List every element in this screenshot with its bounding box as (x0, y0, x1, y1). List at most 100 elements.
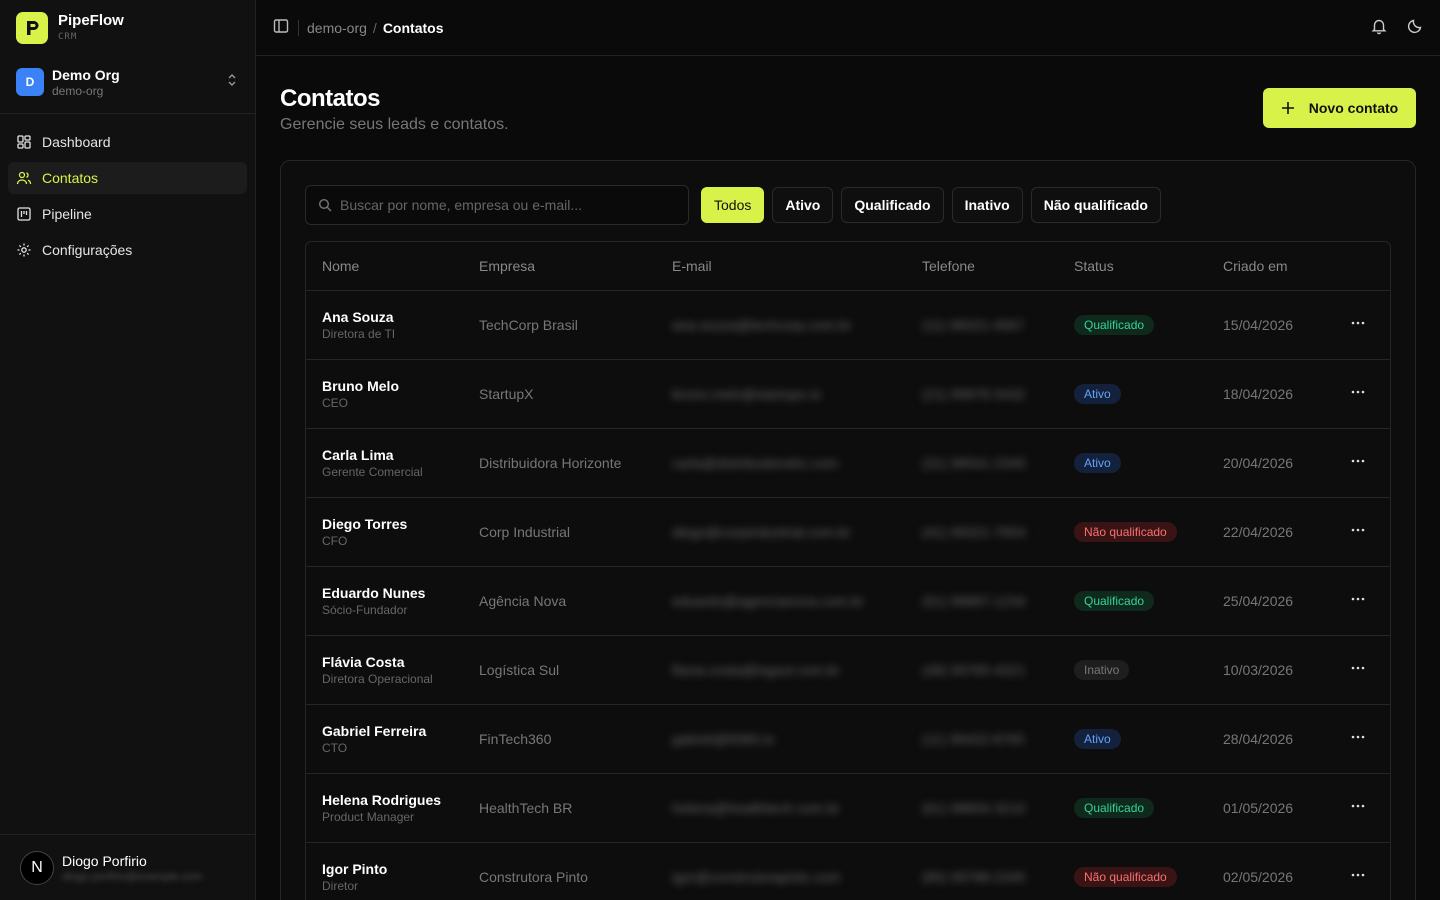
sidebar-item-pipeline[interactable]: Pipeline (8, 198, 247, 230)
user-menu[interactable]: N Diogo Porfirio diogo.porfirio@example.… (0, 834, 255, 900)
contact-phone: (21) 99876-5432 (922, 385, 1026, 402)
cell-phone: (48) 99765-4321 (906, 635, 1058, 705)
status-badge: Qualificado (1074, 590, 1155, 611)
cell-phone: (21) 99876-5432 (906, 359, 1058, 429)
cell-name: Helena Rodrigues Product Manager (306, 773, 463, 843)
row-actions-button[interactable] (1325, 773, 1390, 843)
cell-phone: (85) 99788-2345 (906, 842, 1058, 900)
contact-name[interactable]: Flávia Costa (322, 653, 447, 671)
filter-ativo[interactable]: Ativo (772, 187, 834, 223)
breadcrumb-current: Contatos (382, 19, 444, 36)
cell-company: Logística Sul (463, 635, 656, 705)
cell-name: Ana Souza Diretora de TI (306, 290, 463, 360)
cell-email: flavia.costa@logsul.com.br (656, 635, 906, 705)
contact-email: ana.souza@techcorp.com.br (672, 316, 852, 333)
table-row[interactable]: Diego Torres CFO Corp Industrial diego@corp… (306, 497, 1390, 567)
contact-email: bruno.melo@startupx.io (672, 385, 821, 402)
contact-role: Diretor (322, 878, 359, 893)
user-name: Diogo Porfirio (62, 852, 147, 869)
org-name: Demo Org (52, 66, 120, 83)
breadcrumb-separator: / (372, 19, 377, 36)
bell-icon[interactable] (1370, 17, 1388, 38)
contacts-table: Nome Empresa E-mail Telefone Status Cria… (305, 241, 1391, 900)
table-row[interactable]: Ana Souza Diretora de TI TechCorp Brasil an… (306, 290, 1390, 360)
search-input[interactable] (340, 197, 670, 213)
row-actions-button[interactable] (1325, 842, 1390, 900)
table-row[interactable]: Igor Pinto Diretor Construtora Pinto igor@c… (306, 842, 1390, 900)
filter-nao-qualificado[interactable]: Não qualificado (1030, 187, 1161, 223)
row-actions-button[interactable] (1325, 497, 1390, 567)
contact-role: Diretora Operacional (322, 671, 433, 686)
cell-email: diego@corpindustrial.com.br (656, 497, 906, 567)
search-box[interactable] (305, 185, 689, 225)
sidebar-item-label: Dashboard (42, 134, 111, 150)
contact-name[interactable]: Carla Lima (322, 446, 447, 464)
filter-qualificado[interactable]: Qualificado (841, 187, 944, 223)
row-actions-button[interactable] (1325, 566, 1390, 636)
table-row[interactable]: Bruno Melo CEO StartupX bruno.melo@startupx… (306, 359, 1390, 429)
sidebar-item-dashboard[interactable]: Dashboard (8, 126, 247, 158)
row-actions-button[interactable] (1325, 428, 1390, 498)
contact-email: diego@corpindustrial.com.br (672, 523, 851, 540)
column-header-criado-em[interactable]: Criado em (1207, 242, 1325, 291)
cell-company: HealthTech BR (463, 773, 656, 843)
status-badge: Não qualificado (1074, 866, 1177, 887)
filter-todos[interactable]: Todos (701, 187, 765, 223)
contact-name[interactable]: Igor Pinto (322, 860, 447, 878)
cell-email: helena@healthtech.com.br (656, 773, 906, 843)
cell-created: 20/04/2026 (1207, 428, 1325, 498)
column-header-nome[interactable]: Nome (306, 242, 463, 291)
contact-phone: (31) 98541-2345 (922, 454, 1026, 471)
org-switcher[interactable]: D Demo Org demo-org (0, 56, 255, 114)
moon-icon[interactable] (1406, 17, 1424, 38)
row-actions-button[interactable] (1325, 635, 1390, 705)
contact-email: flavia.costa@logsul.com.br (672, 661, 840, 678)
row-actions-button[interactable] (1325, 359, 1390, 429)
table-row[interactable]: Helena Rodrigues Product Manager HealthTec… (306, 773, 1390, 843)
cell-email: gabriel@ft360.io (656, 704, 906, 774)
cell-email: carla@distribuidorahz.com (656, 428, 906, 498)
sidebar-item-configuracoes[interactable]: Configurações (8, 234, 247, 266)
more-horizontal-icon (1351, 390, 1364, 394)
contact-email: eduardo@agencianova.com.br (672, 592, 864, 609)
table-row[interactable]: Gabriel Ferreira CTO FinTech360 gabriel@ft3… (306, 704, 1390, 774)
cell-name: Diego Torres CFO (306, 497, 463, 567)
table-row[interactable]: Carla Lima Gerente Comercial Distribuidora… (306, 428, 1390, 498)
column-header-status[interactable]: Status (1058, 242, 1207, 291)
sidebar-item-contatos[interactable]: Contatos (8, 162, 247, 194)
cell-phone: (41) 99321-7654 (906, 497, 1058, 567)
contact-name[interactable]: Eduardo Nunes (322, 584, 447, 602)
contact-name[interactable]: Diego Torres (322, 515, 447, 533)
column-header-telefone[interactable]: Telefone (906, 242, 1058, 291)
gear-icon (17, 243, 31, 257)
table-row[interactable]: Eduardo Nunes Sócio-Fundador Agência Nova e… (306, 566, 1390, 636)
row-actions-button[interactable] (1325, 290, 1390, 360)
column-header-empresa[interactable]: Empresa (463, 242, 656, 291)
contact-email: helena@healthtech.com.br (672, 799, 840, 816)
row-actions-button[interactable] (1325, 704, 1390, 774)
sidebar-item-label: Contatos (42, 170, 99, 186)
contact-name[interactable]: Helena Rodrigues (322, 791, 447, 809)
sidebar-toggle-icon[interactable] (272, 17, 290, 38)
cell-company: FinTech360 (463, 704, 656, 774)
more-horizontal-icon (1351, 597, 1364, 601)
contact-role: CTO (322, 740, 348, 755)
cell-name: Gabriel Ferreira CTO (306, 704, 463, 774)
sidebar-item-label: Configurações (42, 242, 133, 258)
divider (298, 19, 299, 36)
filter-inativo[interactable]: Inativo (951, 187, 1023, 223)
column-header-email[interactable]: E-mail (656, 242, 906, 291)
brand[interactable]: PipeFlow CRM (0, 0, 255, 56)
contact-name[interactable]: Gabriel Ferreira (322, 722, 447, 740)
brand-subtitle: CRM (58, 32, 78, 42)
chevrons-up-down-icon (225, 73, 239, 90)
contact-name[interactable]: Bruno Melo (322, 377, 447, 395)
cell-company: StartupX (463, 359, 656, 429)
cell-phone: (11) 98321-4567 (906, 290, 1058, 360)
table-row[interactable]: Flávia Costa Diretora Operacional Logístic… (306, 635, 1390, 705)
new-contact-button[interactable]: Novo contato (1263, 88, 1416, 128)
cell-created: 28/04/2026 (1207, 704, 1325, 774)
more-horizontal-icon (1351, 735, 1364, 739)
breadcrumb-org[interactable]: demo-org (307, 20, 367, 36)
contact-name[interactable]: Ana Souza (322, 308, 447, 326)
